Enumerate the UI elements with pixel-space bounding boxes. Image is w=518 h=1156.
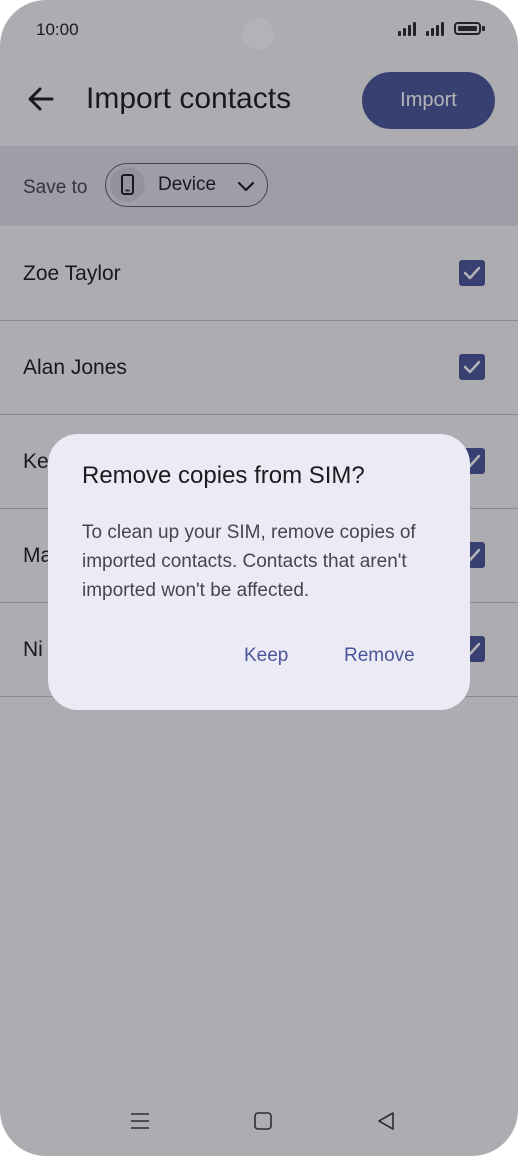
keep-button[interactable]: Keep bbox=[244, 645, 288, 667]
phone-screen: 10:00 Import contacts Import Save to Dev… bbox=[0, 0, 518, 1156]
remove-button[interactable]: Remove bbox=[344, 645, 415, 667]
dialog-title: Remove copies from SIM? bbox=[82, 462, 365, 489]
remove-copies-dialog: Remove copies from SIM? To clean up your… bbox=[48, 434, 470, 710]
dialog-body: To clean up your SIM, remove copies of i… bbox=[82, 522, 416, 601]
